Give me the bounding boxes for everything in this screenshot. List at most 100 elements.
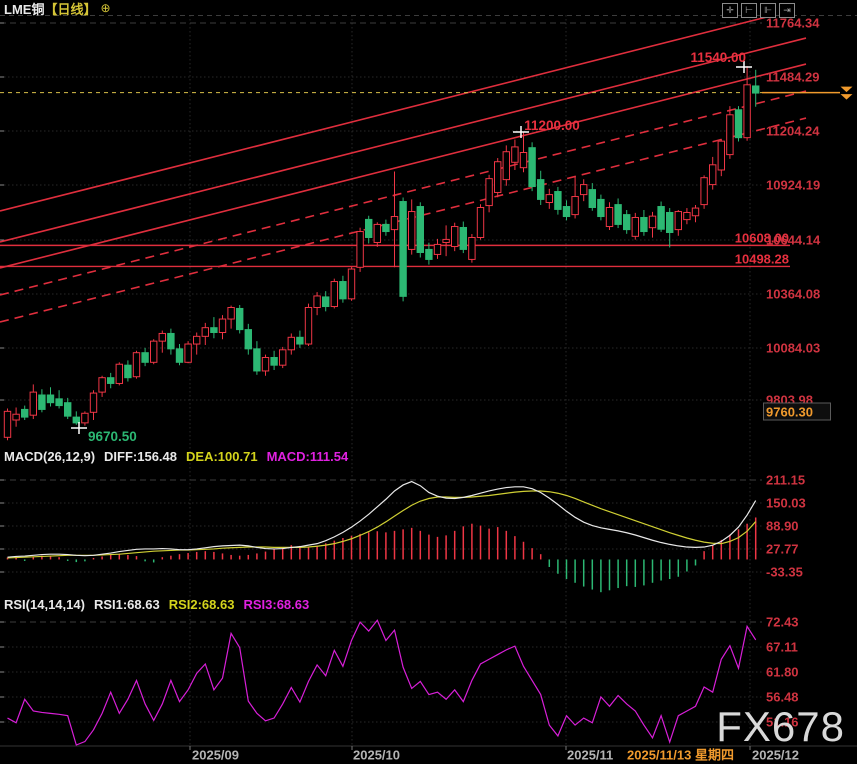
candle-body[interactable] [538, 180, 544, 200]
candle-body[interactable] [529, 148, 535, 187]
candle-body[interactable] [271, 357, 277, 365]
candle-body[interactable] [151, 341, 157, 362]
axis-scale-left-icon[interactable]: ⊢ [741, 3, 757, 18]
candle-body[interactable] [477, 207, 483, 237]
candle-body[interactable] [598, 199, 604, 216]
candle-body[interactable] [348, 269, 354, 299]
candle-body[interactable] [649, 216, 655, 228]
candle-body[interactable] [125, 365, 131, 378]
candle-body[interactable] [366, 219, 372, 237]
candle-body[interactable] [391, 217, 397, 230]
candle-body[interactable] [744, 85, 750, 138]
candle-body[interactable] [305, 307, 311, 344]
candle-body[interactable] [727, 115, 733, 155]
candle-body[interactable] [168, 333, 174, 348]
candle-body[interactable] [735, 110, 741, 138]
candle-body[interactable] [65, 403, 71, 416]
candle-body[interactable] [280, 350, 286, 365]
candle-body[interactable] [503, 152, 509, 180]
trend-channel-line[interactable] [0, 16, 771, 211]
candle-body[interactable] [228, 307, 234, 319]
candle-body[interactable] [675, 212, 681, 230]
candle-body[interactable] [615, 205, 621, 225]
candle-body[interactable] [262, 357, 268, 370]
candle-body[interactable] [288, 337, 294, 350]
candle-body[interactable] [99, 378, 105, 392]
candle-body[interactable] [400, 202, 406, 297]
candle-body[interactable] [245, 330, 251, 349]
candle-body[interactable] [692, 208, 698, 216]
candle-body[interactable] [572, 197, 578, 215]
candle-body[interactable] [426, 249, 432, 259]
candle-body[interactable] [753, 86, 759, 93]
candle-body[interactable] [624, 215, 630, 230]
candle-body[interactable] [495, 162, 501, 193]
candle-body[interactable] [185, 344, 191, 362]
candle-body[interactable] [383, 224, 389, 231]
candle-body[interactable] [460, 227, 466, 249]
candle-body[interactable] [589, 190, 595, 208]
candle-body[interactable] [606, 207, 612, 226]
candle-body[interactable] [710, 165, 716, 185]
candle-body[interactable] [555, 192, 561, 210]
candle-body[interactable] [512, 147, 518, 162]
candle-body[interactable] [4, 411, 10, 437]
candle-body[interactable] [357, 232, 363, 268]
candle-body[interactable] [176, 349, 182, 362]
candle-body[interactable] [520, 152, 526, 167]
candle-body[interactable] [417, 207, 423, 253]
candle-body[interactable] [39, 395, 45, 409]
candle-body[interactable] [116, 364, 122, 383]
symbol-title: LME铜 [4, 0, 44, 18]
price-marker-arrow-icon[interactable] [841, 94, 853, 100]
candle-body[interactable] [142, 353, 148, 363]
candle-body[interactable] [13, 414, 19, 420]
axis-scale-right-icon[interactable]: ⊩ [760, 3, 776, 18]
candle-body[interactable] [159, 333, 165, 341]
candle-body[interactable] [443, 239, 449, 242]
candle-body[interactable] [667, 212, 673, 232]
candle-body[interactable] [374, 224, 380, 242]
candle-body[interactable] [297, 337, 303, 344]
candle-body[interactable] [340, 282, 346, 299]
candle-body[interactable] [47, 395, 53, 403]
price-chart-canvas[interactable]: 10608.0010498.2811540.0011200.009670.501… [0, 0, 857, 764]
add-overlay-icon[interactable]: ⊕ [100, 1, 110, 15]
candle-body[interactable] [82, 413, 88, 423]
candle-body[interactable] [581, 185, 587, 195]
candle-body[interactable] [133, 353, 139, 377]
price-marker-arrow-icon[interactable] [841, 87, 853, 93]
candle-body[interactable] [219, 319, 225, 332]
candle-body[interactable] [194, 336, 200, 344]
candle-body[interactable] [641, 217, 647, 231]
candle-body[interactable] [434, 244, 440, 254]
candle-body[interactable] [56, 399, 62, 406]
candle-body[interactable] [718, 141, 724, 170]
candle-body[interactable] [254, 349, 260, 371]
candle-body[interactable] [22, 409, 28, 417]
candle-body[interactable] [469, 237, 475, 259]
candle-body[interactable] [684, 212, 690, 219]
candle-body[interactable] [237, 308, 243, 329]
candle-body[interactable] [632, 217, 638, 236]
rsi3-value: RSI3:68.63 [243, 597, 309, 612]
macd-diff-value: DIFF:156.48 [104, 449, 177, 464]
candle-body[interactable] [409, 212, 415, 250]
candle-body[interactable] [701, 178, 707, 205]
candle-body[interactable] [331, 282, 337, 307]
candle-body[interactable] [323, 297, 329, 307]
candle-body[interactable] [452, 227, 458, 247]
pan-tool-icon[interactable]: ✛ [722, 3, 738, 18]
candle-body[interactable] [658, 207, 664, 230]
candle-body[interactable] [30, 392, 36, 415]
candle-body[interactable] [486, 179, 492, 206]
candle-body[interactable] [546, 195, 552, 203]
candle-body[interactable] [211, 328, 217, 333]
date-label: 2025/09 [192, 748, 239, 763]
candle-body[interactable] [90, 393, 96, 412]
candle-body[interactable] [563, 207, 569, 217]
candle-body[interactable] [314, 296, 320, 308]
candle-body[interactable] [202, 328, 208, 337]
scroll-right-icon[interactable]: ⇥ [779, 3, 795, 18]
candle-body[interactable] [108, 378, 114, 384]
